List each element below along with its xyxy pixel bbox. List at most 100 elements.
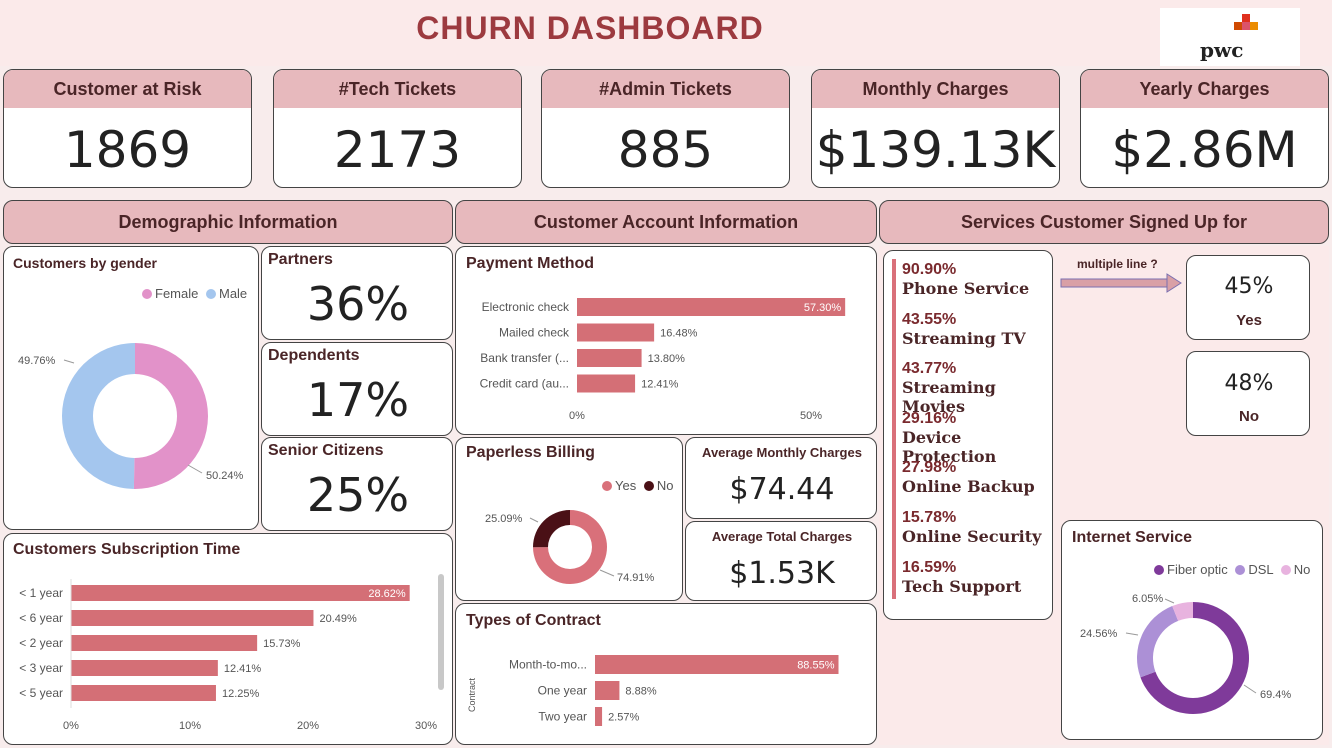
kpi-label: Yearly Charges [1081, 70, 1328, 108]
gender-chart-card[interactable]: Customers by gender Female Male 49.76% 5… [3, 246, 259, 530]
bar-1[interactable] [577, 323, 655, 342]
partners-card[interactable]: Partners 36% [261, 246, 453, 340]
arrow-head [1166, 273, 1182, 293]
dependents-card[interactable]: Dependents 17% [261, 342, 453, 436]
payment-method-card[interactable]: Payment Method Electronic check 57.30% Mai… [455, 246, 877, 435]
kpi-value: $139.13K [815, 121, 1056, 179]
service-name: Online Security [902, 527, 1042, 546]
service-pct: 15.78% [902, 509, 957, 526]
bar-value-label: 12.41% [224, 663, 262, 675]
kpi-value: 2173 [333, 121, 462, 179]
bar-value-label: 12.25% [222, 688, 260, 700]
paperless-yes-label: 74.91% [617, 572, 655, 584]
male-slice[interactable] [62, 343, 136, 489]
kpi-card-customer-at-risk[interactable]: Customer at Risk 1869 [3, 69, 252, 188]
kpi-card-yearly-charges[interactable]: Yearly Charges $2.86M [1080, 69, 1329, 188]
kpi-card-tech-tickets[interactable]: #Tech Tickets 2173 [273, 69, 522, 188]
bar-value-label: 12.41% [641, 379, 679, 391]
bar-category-label: < 5 year [19, 686, 63, 700]
bar-2[interactable] [577, 349, 642, 367]
bar-category-label: < 2 year [19, 636, 63, 650]
service-name: Streaming TV [902, 329, 1026, 348]
avg-total-value: $1.53K [729, 556, 835, 591]
bar-4[interactable] [71, 685, 216, 701]
multiple-line-no-value: 48% [1224, 371, 1274, 396]
contract-axis-label: Contract [467, 677, 477, 712]
logo-square-3 [1234, 22, 1242, 30]
paperless-billing-card[interactable]: Paperless Billing Yes No 25.09% 74.91% [455, 437, 683, 601]
sub-tick-0: 0% [63, 720, 79, 732]
service-name: Online Backup [902, 477, 1035, 496]
contract-bar-chart: Month-to-mo... 88.55% One year 8.88% Two yea… [467, 655, 839, 726]
bar-3[interactable] [577, 374, 636, 393]
service-item: 27.98% Online Backup [902, 459, 1052, 509]
bar-2[interactable] [71, 635, 258, 651]
bar-2[interactable] [595, 707, 603, 726]
contract-types-card[interactable]: Types of Contract Month-to-mo... 88.55% On… [455, 603, 877, 745]
fiber-leader-line [1243, 684, 1257, 694]
services-list-card[interactable]: 90.90% Phone Service 43.55% Streaming TV… [883, 250, 1053, 620]
subscription-bar-chart: < 1 year 28.62% < 6 year 20.49% < 2 year 15.7… [19, 574, 444, 732]
kpi-value: $2.86M [1111, 121, 1298, 179]
yes-leader-line [599, 569, 615, 577]
paperless-no-slice[interactable] [533, 510, 570, 548]
service-item: 90.90% Phone Service [902, 261, 1052, 311]
kpi-label: #Admin Tickets [542, 70, 789, 108]
internet-dsl-label: 24.56% [1080, 628, 1118, 640]
bar-category-label: < 1 year [19, 586, 63, 600]
avg-total-charges-card[interactable]: Average Total Charges $1.53K [685, 521, 877, 601]
section-services-header: Services Customer Signed Up for [879, 200, 1329, 244]
bar-category-label: One year [538, 684, 587, 698]
multiple-line-yes-card[interactable]: 45% Yes [1186, 255, 1310, 340]
kpi-value: 885 [617, 121, 714, 179]
bar-category-label: Month-to-mo... [509, 658, 587, 672]
bar-1[interactable] [595, 681, 620, 700]
avg-monthly-charges-card[interactable]: Average Monthly Charges $74.44 [685, 437, 877, 519]
bar-category-label: Electronic check [482, 300, 570, 314]
bar-value-label: 8.88% [625, 686, 656, 698]
multiple-line-no-card[interactable]: 48% No [1186, 351, 1310, 436]
services-accent-bar [892, 259, 896, 599]
arrow-right-icon [1060, 273, 1182, 293]
pay-tick-50: 50% [800, 410, 822, 422]
internet-fiber-label: 69.4% [1260, 689, 1291, 701]
bar-0[interactable] [71, 585, 410, 601]
dependents-label: Dependents [268, 347, 360, 364]
bar-category-label: Two year [538, 710, 587, 724]
internet-service-card[interactable]: Internet Service Fiber optic DSL No 6.05… [1061, 520, 1323, 740]
service-item: 29.16% Device Protection [902, 410, 1052, 466]
kpi-card-admin-tickets[interactable]: #Admin Tickets 885 [541, 69, 790, 188]
avg-total-label: Average Total Charges [711, 529, 853, 544]
male-leader-line [63, 359, 75, 364]
section-account-header: Customer Account Information [455, 200, 877, 244]
service-item: 15.78% Online Security [902, 509, 1052, 559]
arrow-shaft [1060, 278, 1170, 288]
bar-value-label: 88.55% [797, 660, 835, 672]
logo-text: pwc [1200, 38, 1244, 62]
kpi-card-monthly-charges[interactable]: Monthly Charges $139.13K [811, 69, 1060, 188]
kpi-label: Monthly Charges [812, 70, 1059, 108]
dsl-slice[interactable] [1137, 605, 1179, 678]
partners-value: 36% [306, 277, 410, 331]
senior-citizens-card[interactable]: Senior Citizens 25% [261, 437, 453, 531]
service-pct: 29.16% [902, 410, 957, 427]
service-name: Tech Support [902, 577, 1022, 596]
female-slice[interactable] [133, 343, 209, 489]
avg-monthly-value: $74.44 [729, 472, 835, 507]
scrollbar-thumb[interactable] [438, 574, 444, 690]
bar-value-label: 15.73% [263, 638, 301, 650]
bar-category-label: Bank transfer (... [480, 351, 569, 365]
gender-donut: 49.76% 50.24% [18, 343, 244, 489]
female-pct-label: 50.24% [206, 470, 244, 482]
sub-tick-30: 30% [415, 720, 437, 732]
kpi-label: Customer at Risk [4, 70, 251, 108]
bar-1[interactable] [71, 610, 314, 626]
bar-3[interactable] [71, 660, 218, 676]
dsl-leader-line [1125, 632, 1139, 636]
bar-value-label: 2.57% [608, 712, 639, 724]
bar-category-label: < 3 year [19, 661, 63, 675]
bar-value-label: 28.62% [368, 588, 406, 600]
subscription-chart-card[interactable]: Customers Subscription Time < 1 year 28.6… [3, 533, 453, 745]
kpi-label: #Tech Tickets [274, 70, 521, 108]
pay-tick-0: 0% [569, 410, 585, 422]
